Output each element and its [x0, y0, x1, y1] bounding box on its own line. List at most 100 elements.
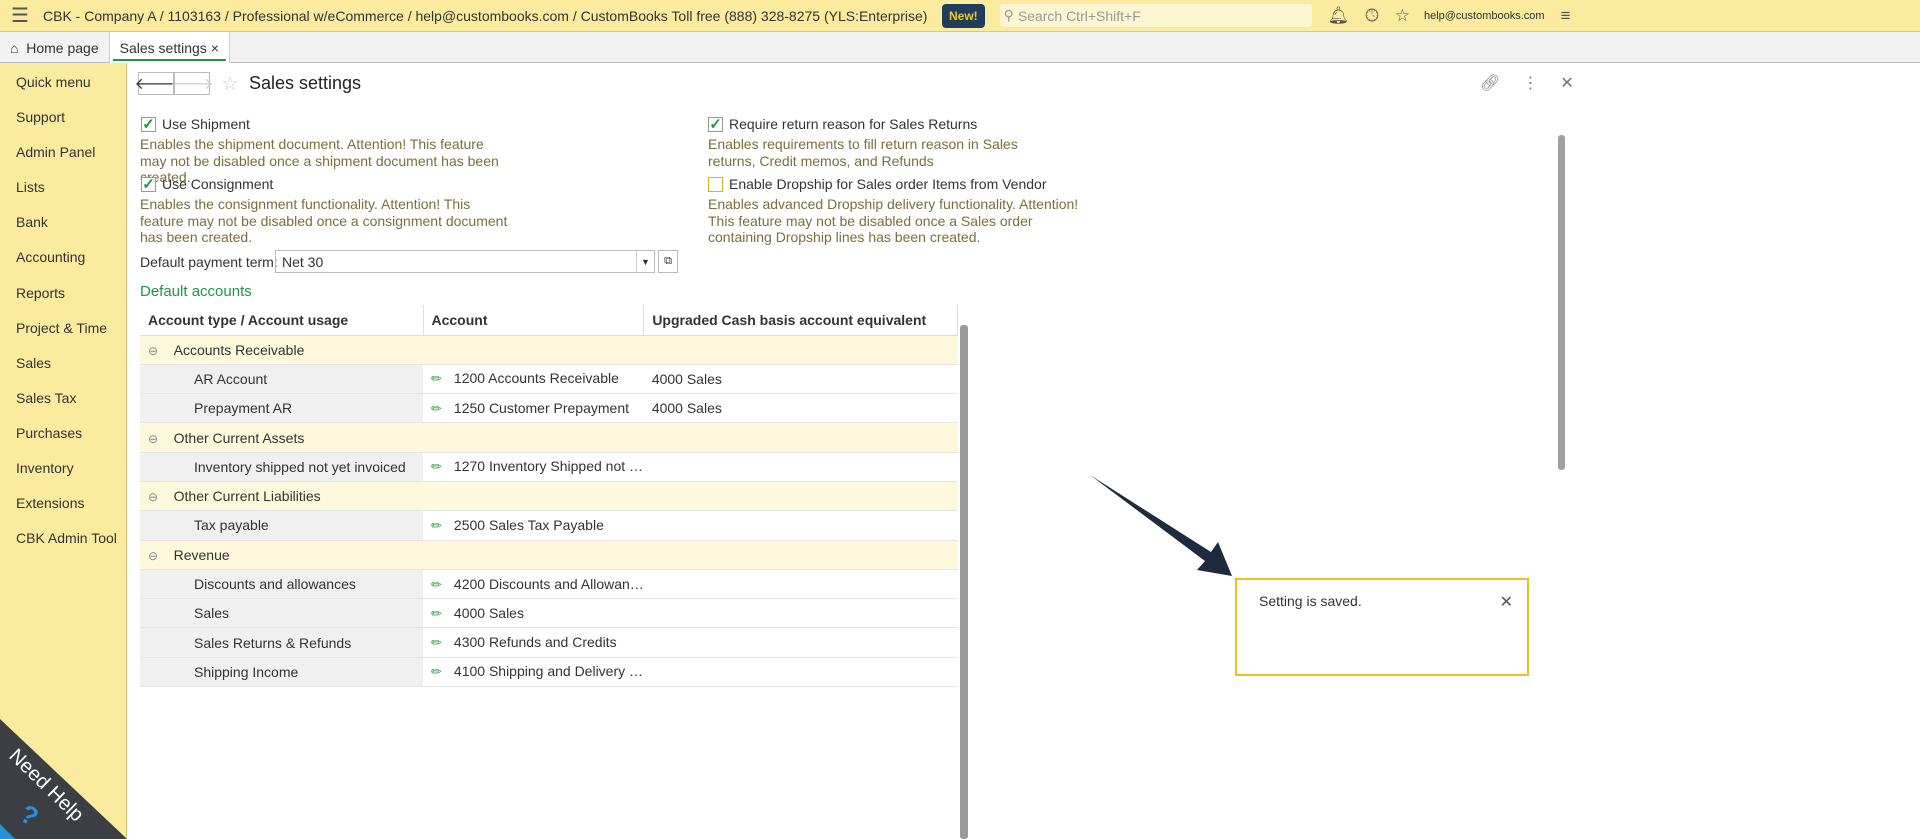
edit-pencil-icon[interactable]: ✏ — [431, 371, 442, 386]
table-row[interactable]: Sales ✏ 4000 Sales — [140, 598, 958, 629]
cash-account-cell[interactable] — [643, 569, 958, 600]
require-return-reason-checkbox[interactable]: ✓ Require return reason for Sales Returns — [708, 116, 977, 133]
page-scrollbar[interactable] — [1558, 135, 1565, 470]
cash-account-cell[interactable] — [643, 452, 958, 482]
new-button[interactable]: New! — [942, 3, 985, 28]
need-help-button[interactable]: Need Help ? — [0, 719, 127, 839]
column-header[interactable]: Account — [423, 305, 645, 336]
close-icon[interactable]: ✕ — [1560, 73, 1573, 93]
edit-pencil-icon[interactable]: ✏ — [431, 401, 442, 416]
table-row[interactable]: AR Account ✏ 1200 Accounts Receivable 4000 … — [140, 364, 958, 395]
sidebar-item-support[interactable]: Support — [0, 100, 126, 135]
table-row[interactable]: Discounts and allowances ✏ 4200 Discounts … — [140, 569, 958, 600]
cash-account-cell[interactable]: 4000 Sales — [643, 393, 958, 424]
tab-label: Home page — [26, 39, 99, 56]
group-row[interactable]: ⊖ Other Current Assets — [140, 422, 958, 453]
checkbox-checked[interactable]: ✓ — [141, 176, 156, 193]
payment-term-select[interactable]: Net 30 ▼ — [275, 250, 655, 273]
account-cell[interactable]: ✏ 1200 Accounts Receivable — [423, 364, 644, 395]
group-row[interactable]: ⊖ Other Current Liabilities — [140, 481, 958, 512]
link-icon[interactable]: 🔗︎ — [1480, 73, 1500, 93]
account-cell[interactable]: ✏ 4100 Shipping and Delivery … — [423, 657, 644, 688]
account-cell[interactable]: ✏ 4200 Discounts and Allowan… — [423, 569, 644, 600]
account-value: 4100 Shipping and Delivery … — [453, 663, 644, 680]
settings-menu-icon[interactable]: ≡ — [1561, 6, 1571, 26]
use-consignment-checkbox[interactable]: ✓ Use Consignment — [141, 176, 274, 193]
sidebar-item-project-time[interactable]: Project & Time — [0, 311, 126, 346]
sidebar-item-extensions[interactable]: Extensions — [0, 486, 126, 521]
sidebar-item-reports[interactable]: Reports — [0, 276, 126, 311]
use-shipment-checkbox[interactable]: ✓ Use Shipment — [141, 116, 250, 133]
sidebar-item-inventory[interactable]: Inventory — [0, 451, 126, 486]
table-row[interactable]: Shipping Income ✏ 4100 Shipping and Delive… — [140, 657, 958, 688]
payment-term-label: Default payment term: — [140, 254, 278, 270]
account-cell[interactable]: ✏ 4000 Sales — [423, 598, 644, 629]
tab-home[interactable]: ⌂ Home page — [0, 32, 110, 63]
search-input[interactable]: ⚲ Search Ctrl+Shift+F — [999, 4, 1312, 27]
account-value: 4300 Refunds and Credits — [453, 634, 617, 651]
sidebar-item-lists[interactable]: Lists — [0, 170, 126, 205]
group-label: Other Current Assets — [173, 429, 305, 446]
sidebar-item-accounting[interactable]: Accounting — [0, 240, 126, 275]
cash-account-cell[interactable] — [643, 598, 958, 629]
cash-account-cell[interactable]: 4000 Sales — [643, 364, 958, 395]
account-cell[interactable]: ✏ 1250 Customer Prepayment — [423, 393, 644, 424]
dropdown-arrow-icon[interactable]: ▼ — [636, 251, 654, 272]
account-cell[interactable]: ✏ 2500 Sales Tax Payable — [423, 510, 644, 541]
table-scrollbar[interactable] — [960, 325, 968, 839]
sidebar-item-cbk-admin-tool[interactable]: CBK Admin Tool — [0, 521, 126, 556]
cash-account-cell[interactable] — [643, 657, 958, 688]
cash-account-cell[interactable] — [643, 627, 958, 658]
checkbox-checked[interactable]: ✓ — [708, 116, 723, 133]
favorite-star-icon[interactable]: ☆ — [221, 71, 239, 96]
collapse-icon[interactable]: ⊖ — [148, 549, 158, 563]
sidebar-item-admin-panel[interactable]: Admin Panel — [0, 135, 126, 170]
main-menu-icon[interactable]: ☰ — [0, 3, 40, 28]
checkbox-unchecked[interactable] — [708, 176, 723, 192]
page-title: Sales settings — [249, 73, 362, 93]
sidebar-item-sales-tax[interactable]: Sales Tax — [0, 381, 126, 416]
edit-pencil-icon[interactable]: ✏ — [431, 664, 442, 679]
account-type: Tax payable — [140, 510, 423, 541]
forward-button[interactable]: 🡒 — [171, 72, 213, 95]
edit-pencil-icon[interactable]: ✏ — [431, 606, 442, 621]
close-tab-icon[interactable]: × — [211, 40, 219, 56]
bell-icon[interactable]: 🔔︎ — [1328, 6, 1350, 26]
history-icon[interactable]: 🕓︎ — [1365, 6, 1378, 26]
checkbox-label: Use Consignment — [162, 176, 274, 192]
sidebar-item-bank[interactable]: Bank — [0, 205, 126, 240]
star-icon[interactable]: ☆ — [1395, 6, 1410, 26]
tab-sales-settings[interactable]: Sales settings × — [109, 32, 230, 63]
column-header[interactable]: Upgraded Cash basis account equivalent — [643, 305, 958, 336]
checkbox-checked[interactable]: ✓ — [141, 116, 156, 133]
sidebar-item-sales[interactable]: Sales — [0, 346, 126, 381]
edit-pencil-icon[interactable]: ✏ — [431, 518, 442, 533]
table-row[interactable]: Inventory shipped not yet invoiced ✏ 1270 … — [140, 452, 958, 482]
account-type: Prepayment AR — [140, 393, 423, 424]
sidebar-item-quick-menu[interactable]: Quick menu — [0, 65, 126, 100]
group-row[interactable]: ⊖ Revenue — [140, 540, 958, 570]
more-icon[interactable]: ⋮ — [1522, 73, 1538, 93]
column-header[interactable]: Account type / Account usage — [140, 305, 424, 336]
cash-account-cell[interactable] — [643, 510, 958, 541]
user-email[interactable]: help@custombooks.com — [1424, 10, 1545, 22]
group-row[interactable]: ⊖ Accounts Receivable — [140, 335, 958, 365]
company-title: CBK - Company A / 1103163 / Professional… — [43, 7, 928, 24]
enable-dropship-checkbox[interactable]: Enable Dropship for Sales order Items fr… — [708, 176, 1047, 192]
table-row[interactable]: Sales Returns & Refunds ✏ 4300 Refunds and… — [140, 627, 958, 658]
sidebar-item-purchases[interactable]: Purchases — [0, 416, 126, 451]
account-cell[interactable]: ✏ 4300 Refunds and Credits — [423, 627, 644, 658]
back-button[interactable]: 🡐 — [135, 72, 177, 95]
open-icon[interactable]: ⧉ — [658, 250, 678, 273]
edit-pencil-icon[interactable]: ✏ — [431, 459, 442, 474]
account-cell[interactable]: ✏ 1270 Inventory Shipped not … — [423, 452, 644, 482]
close-toast-icon[interactable]: ✕ — [1500, 592, 1513, 612]
edit-pencil-icon[interactable]: ✏ — [431, 577, 442, 592]
edit-pencil-icon[interactable]: ✏ — [431, 635, 442, 650]
table-row[interactable]: Tax payable ✏ 2500 Sales Tax Payable — [140, 510, 958, 541]
collapse-icon[interactable]: ⊖ — [148, 344, 158, 358]
table-row[interactable]: Prepayment AR ✏ 1250 Customer Prepayment 40… — [140, 393, 958, 424]
collapse-icon[interactable]: ⊖ — [148, 490, 158, 504]
checkbox-label: Use Shipment — [162, 116, 250, 132]
collapse-icon[interactable]: ⊖ — [148, 432, 158, 446]
